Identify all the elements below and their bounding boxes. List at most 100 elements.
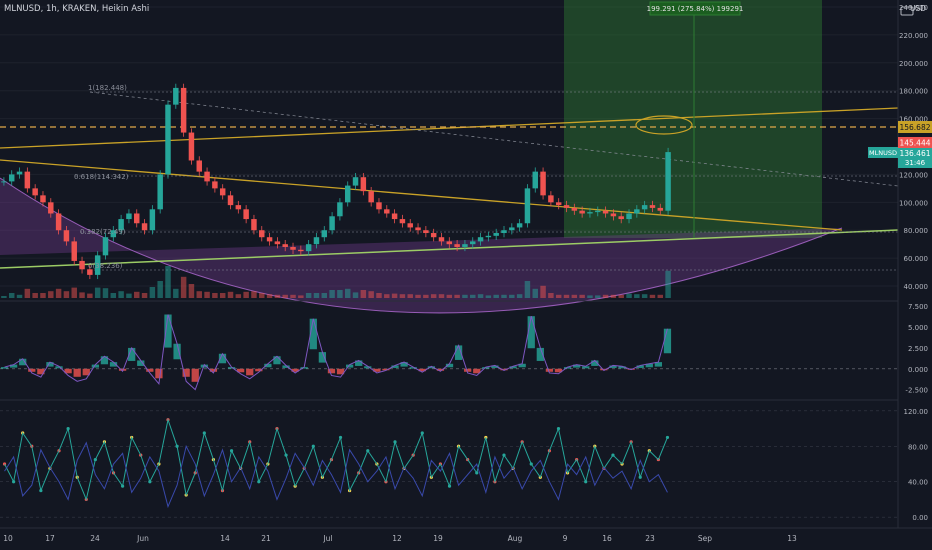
volume-bar (305, 293, 312, 298)
candle-body (8, 174, 15, 182)
volume-bar (266, 294, 273, 298)
candle-body (516, 223, 523, 228)
volume-bar (524, 281, 531, 298)
candle-body (235, 205, 242, 210)
volume-bar (134, 291, 140, 298)
volume-bar (118, 291, 124, 298)
volume-bar (344, 288, 351, 298)
x-tick-label: 24 (90, 534, 100, 543)
symbol-tag: MLNUSD (869, 149, 897, 157)
candle-body (555, 202, 562, 206)
x-tick-label: 23 (645, 534, 655, 543)
volume-bar (485, 295, 492, 298)
volume-bar (657, 294, 664, 298)
volume-bar (188, 284, 195, 298)
volume-bar (399, 294, 406, 298)
volume-bar (102, 288, 109, 298)
price-tick-label: 200.000 (899, 60, 928, 68)
x-tick-label: Jun (136, 534, 149, 543)
candle-body (298, 249, 304, 252)
volume-bar (149, 287, 156, 298)
macd-tick-label: 0.000 (908, 366, 928, 374)
macd-histogram-bar (273, 356, 281, 365)
candle-body (657, 207, 664, 211)
candle-body (24, 171, 31, 189)
volume-bar (157, 281, 163, 298)
volume-bar (516, 294, 523, 298)
candle-body (415, 227, 421, 231)
candle-body (290, 246, 296, 250)
macd-histogram-bar (173, 343, 181, 360)
settings-icon[interactable] (900, 6, 914, 16)
candle-body (79, 260, 85, 270)
candle-body (587, 212, 593, 214)
volume-bar (493, 294, 499, 298)
candle-body (313, 237, 320, 245)
candle-body (251, 219, 257, 231)
volume-bar (360, 290, 367, 298)
candle-body (626, 213, 632, 220)
x-tick-label: 13 (787, 534, 797, 543)
candle-body (376, 202, 382, 210)
candle-body (524, 188, 531, 224)
candle-body (266, 237, 273, 242)
candle-body (32, 188, 38, 196)
macd-histogram-bar (464, 368, 472, 372)
candle-body (149, 209, 156, 231)
volume-bar (79, 292, 85, 298)
candle-body (71, 241, 77, 261)
volume-bar (563, 294, 570, 298)
volume-bar (180, 276, 187, 298)
volume-bar (243, 291, 249, 298)
candle-body (126, 213, 132, 220)
candle-body (196, 160, 202, 172)
candle-body (446, 241, 453, 245)
volume-bar (235, 294, 242, 298)
candle-body (384, 209, 390, 214)
macd-histogram-bar (527, 316, 535, 349)
volume-bar (618, 294, 624, 298)
macd-histogram-bar (73, 368, 81, 377)
volume-bar (384, 294, 390, 298)
volume-bar (462, 294, 468, 298)
candle-body (548, 195, 554, 203)
candle-body (665, 152, 671, 211)
volume-bar (251, 291, 257, 298)
volume-bar (602, 294, 609, 298)
profit-zone (564, 0, 822, 238)
macd-histogram-bar (191, 368, 199, 382)
volume-bar (430, 294, 437, 298)
volume-bar (555, 294, 562, 298)
volume-bar (71, 287, 77, 298)
volume-bar (571, 294, 578, 298)
price-tick-label: 100.000 (899, 199, 928, 207)
candle-body (87, 269, 93, 275)
candle-body (63, 230, 70, 242)
candle-body (399, 219, 406, 224)
volume-bar (48, 291, 54, 298)
volume-bar (470, 294, 476, 298)
candle-body (305, 244, 312, 252)
candle-body (329, 216, 335, 231)
candle-body (16, 171, 23, 175)
candle-body (391, 213, 398, 220)
volume-bar (532, 288, 538, 298)
x-tick-label: 9 (563, 534, 568, 543)
candle-body (618, 216, 624, 220)
candle-body (563, 205, 570, 208)
candle-body (274, 241, 281, 245)
volume-bar (415, 294, 421, 298)
volume-bar (477, 294, 484, 298)
candle-body (595, 210, 601, 213)
volume-bar (196, 291, 202, 298)
macd-histogram-bar (0, 367, 9, 369)
x-tick-label: 19 (433, 534, 443, 543)
candle-body (493, 233, 499, 236)
candle-body (438, 237, 445, 242)
volume-bar (337, 290, 343, 298)
volume-bar (641, 294, 648, 298)
volume-bar (87, 293, 93, 298)
volume-bar (204, 291, 210, 298)
candle-body (165, 104, 171, 175)
volume-bar (446, 294, 453, 298)
